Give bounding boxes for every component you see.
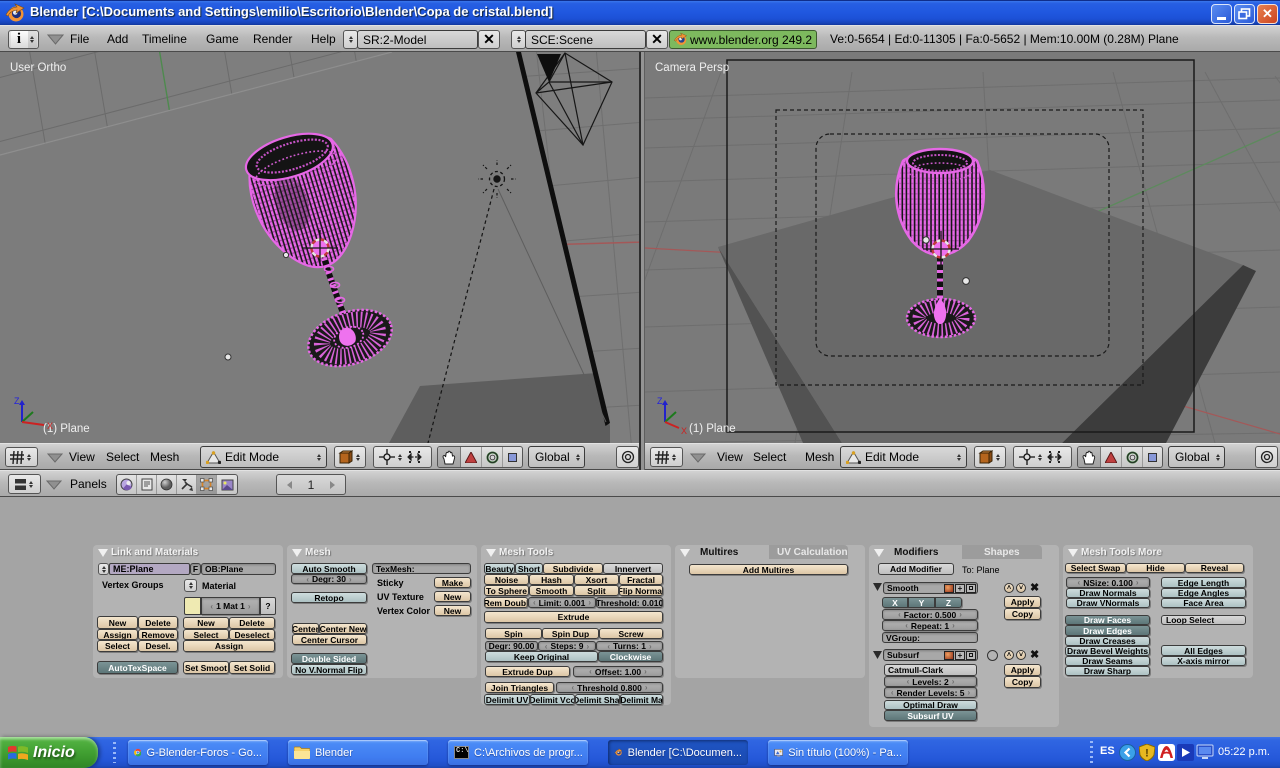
- svg-text:Z: Z: [14, 396, 20, 406]
- svg-text:Z: Z: [657, 396, 663, 406]
- svg-text:!: !: [1145, 748, 1149, 760]
- svg-text:X: X: [47, 421, 53, 431]
- svg-text:User Ortho: User Ortho: [10, 62, 66, 74]
- svg-text:Camera Persp: Camera Persp: [655, 62, 729, 74]
- svg-text:X: X: [681, 426, 687, 436]
- svg-text:(1) Plane: (1) Plane: [689, 423, 736, 435]
